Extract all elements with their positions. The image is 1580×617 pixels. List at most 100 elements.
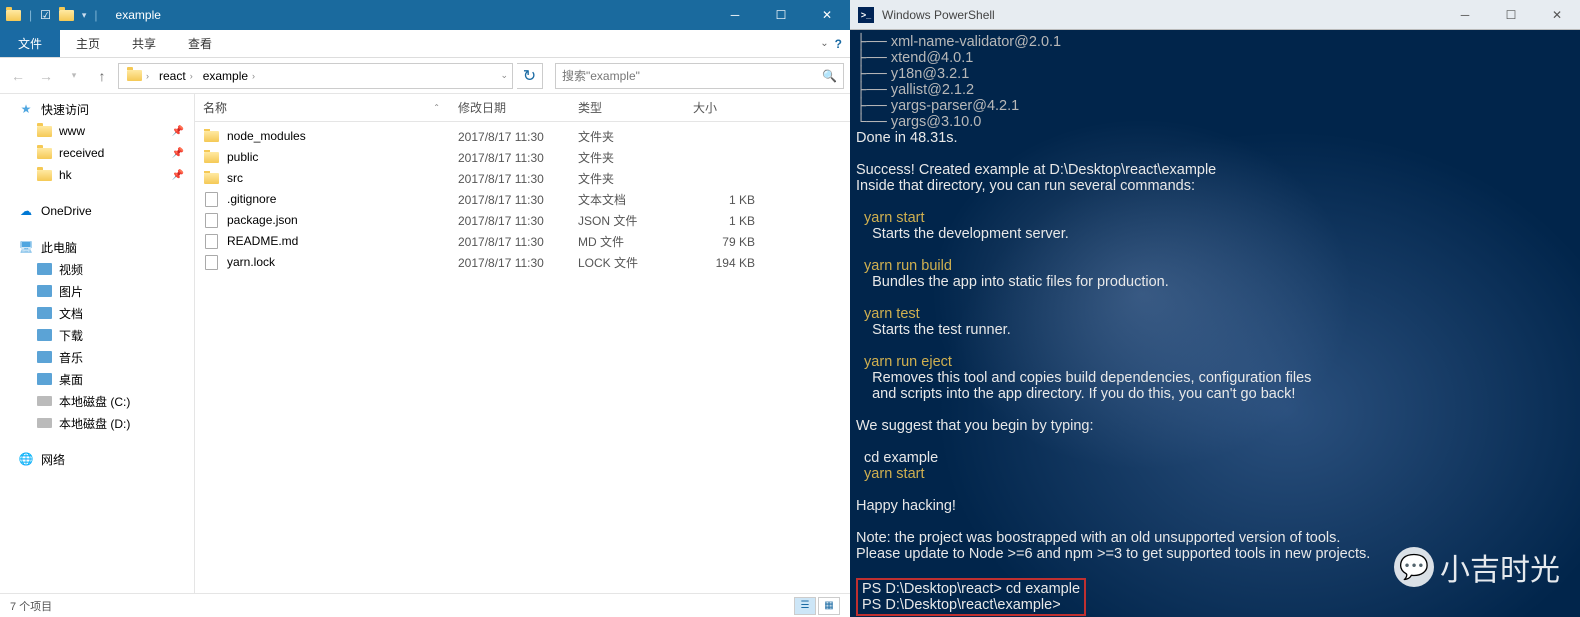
sidebar-pc-item[interactable]: 本地磁盘 (C:) — [0, 390, 194, 412]
sidebar-label: 网络 — [41, 451, 65, 468]
folder-icon — [36, 145, 52, 161]
ps-maximize-button[interactable]: ☐ — [1488, 0, 1534, 30]
file-size: 1 KB — [685, 193, 755, 207]
sidebar-pc-item[interactable]: 本地磁盘 (D:) — [0, 412, 194, 434]
sidebar-qa-item[interactable]: hk📌 — [0, 164, 194, 186]
help-icon[interactable]: ? — [835, 37, 842, 51]
qat-sep: | — [29, 8, 32, 22]
folder-icon — [203, 150, 219, 166]
drive-icon — [36, 415, 52, 431]
sidebar-item-label: 本地磁盘 (D:) — [59, 415, 130, 432]
drive-icon — [36, 305, 52, 321]
chevron-right-icon[interactable]: › — [252, 71, 255, 81]
pc-icon: 🖥 — [18, 239, 34, 255]
ps-minimize-button[interactable]: ─ — [1442, 0, 1488, 30]
file-type: JSON 文件 — [570, 212, 685, 229]
file-icon — [203, 234, 219, 250]
file-row[interactable]: .gitignore2017/8/17 11:30文本文档1 KB — [195, 189, 850, 210]
sort-asc-icon: ⌃ — [433, 103, 440, 112]
status-bar: 7 个项目 ☰ ▦ — [0, 593, 850, 617]
pin-icon: 📌 — [172, 148, 184, 159]
file-tab[interactable]: 文件 — [0, 30, 60, 57]
search-icon[interactable]: 🔍 — [822, 69, 837, 83]
sidebar-item-label: received — [59, 146, 104, 160]
back-button[interactable]: ← — [6, 64, 30, 88]
file-name: public — [227, 150, 258, 164]
tab-share[interactable]: 共享 — [116, 30, 172, 57]
file-row[interactable]: public2017/8/17 11:30文件夹 — [195, 147, 850, 168]
file-date: 2017/8/17 11:30 — [450, 172, 570, 186]
sidebar-pc-item[interactable]: 音乐 — [0, 346, 194, 368]
sidebar-onedrive[interactable]: ☁ OneDrive — [0, 200, 194, 222]
address-dropdown-icon[interactable]: ⌄ — [500, 70, 508, 81]
chevron-right-icon[interactable]: › — [146, 71, 149, 81]
sidebar-qa-item[interactable]: received 📌 — [0, 142, 194, 164]
file-type: 文件夹 — [570, 170, 685, 187]
file-name: README.md — [227, 234, 298, 248]
pin-icon: 📌 — [172, 126, 184, 137]
sidebar-item-label: 文档 — [59, 305, 83, 322]
address-bar[interactable]: › react › example › ⌄ — [118, 63, 513, 89]
breadcrumb-seg-0[interactable]: react — [159, 69, 186, 83]
up-button[interactable]: ↑ — [90, 64, 114, 88]
ps-title: Windows PowerShell — [882, 8, 995, 22]
view-icons-button[interactable]: ▦ — [818, 597, 840, 615]
file-row[interactable]: src2017/8/17 11:30文件夹 — [195, 168, 850, 189]
view-details-button[interactable]: ☰ — [794, 597, 816, 615]
search-box[interactable]: 搜索"example" 🔍 — [555, 63, 844, 89]
sidebar-pc-item[interactable]: 下载 — [0, 324, 194, 346]
sidebar-label: OneDrive — [41, 204, 92, 218]
terminal-body[interactable]: ├── xml-name-validator@2.0.1 ├── xtend@4… — [850, 30, 1580, 617]
col-date[interactable]: 修改日期 — [450, 99, 570, 116]
window-title: example — [104, 8, 712, 22]
file-row[interactable]: node_modules2017/8/17 11:30文件夹 — [195, 126, 850, 147]
file-list: 名称⌃ 修改日期 类型 大小 node_modules2017/8/17 11:… — [195, 94, 850, 593]
breadcrumb-seg-1[interactable]: example — [203, 69, 248, 83]
close-button[interactable]: ✕ — [804, 0, 850, 30]
tab-home[interactable]: 主页 — [60, 30, 116, 57]
ribbon-expand-icon[interactable]: ⌄ — [820, 38, 828, 49]
sidebar-item-label: 图片 — [59, 283, 83, 300]
terminal-output: ├── xml-name-validator@2.0.1 ├── xtend@4… — [850, 30, 1580, 617]
file-row[interactable]: yarn.lock2017/8/17 11:30LOCK 文件194 KB — [195, 252, 850, 273]
col-size[interactable]: 大小 — [685, 99, 755, 116]
refresh-button[interactable]: ↻ — [517, 63, 543, 89]
file-type: MD 文件 — [570, 233, 685, 250]
folder-icon — [36, 123, 52, 139]
properties-icon[interactable]: ☑ — [40, 8, 51, 22]
sidebar-pc-item[interactable]: 图片 — [0, 280, 194, 302]
file-size: 194 KB — [685, 256, 755, 270]
tab-view[interactable]: 查看 — [172, 30, 228, 57]
sidebar-this-pc[interactable]: 🖥 此电脑 — [0, 236, 194, 258]
nav-pane: ★ 快速访问 www📌 received 📌 hk📌 ☁ OneDrive 🖥 此电脑… — [0, 94, 195, 593]
powershell-icon: >_ — [858, 7, 874, 23]
ps-close-button[interactable]: ✕ — [1534, 0, 1580, 30]
file-name: package.json — [227, 213, 298, 227]
col-name[interactable]: 名称⌃ — [195, 99, 450, 116]
powershell-titlebar: >_ Windows PowerShell ─ ☐ ✕ — [850, 0, 1580, 30]
maximize-button[interactable]: ☐ — [758, 0, 804, 30]
qat-dropdown-icon[interactable]: ▾ — [82, 10, 87, 21]
onedrive-icon: ☁ — [18, 203, 34, 219]
file-row[interactable]: package.json 2017/8/17 11:30JSON 文件1 KB — [195, 210, 850, 231]
file-date: 2017/8/17 11:30 — [450, 130, 570, 144]
sidebar-pc-item[interactable]: 视频 — [0, 258, 194, 280]
col-type[interactable]: 类型 — [570, 99, 685, 116]
file-size: 1 KB — [685, 214, 755, 228]
file-name: yarn.lock — [227, 255, 275, 269]
explorer-titlebar: | ☑ ▾ | example ─ ☐ ✕ — [0, 0, 850, 30]
sidebar-network[interactable]: 🌐 网络 — [0, 448, 194, 470]
chevron-right-icon[interactable]: › — [190, 71, 193, 81]
file-row[interactable]: README.md2017/8/17 11:30MD 文件79 KB — [195, 231, 850, 252]
sidebar-qa-item[interactable]: www📌 — [0, 120, 194, 142]
recent-dropdown-icon[interactable]: ▾ — [62, 64, 86, 88]
sidebar-pc-item[interactable]: 桌面 — [0, 368, 194, 390]
file-date: 2017/8/17 11:30 — [450, 214, 570, 228]
star-icon: ★ — [18, 101, 34, 117]
sidebar-quick-access[interactable]: ★ 快速访问 — [0, 98, 194, 120]
sidebar-pc-item[interactable]: 文档 — [0, 302, 194, 324]
forward-button[interactable]: → — [34, 64, 58, 88]
minimize-button[interactable]: ─ — [712, 0, 758, 30]
sidebar-item-label: 视频 — [59, 261, 83, 278]
file-icon — [203, 192, 219, 208]
